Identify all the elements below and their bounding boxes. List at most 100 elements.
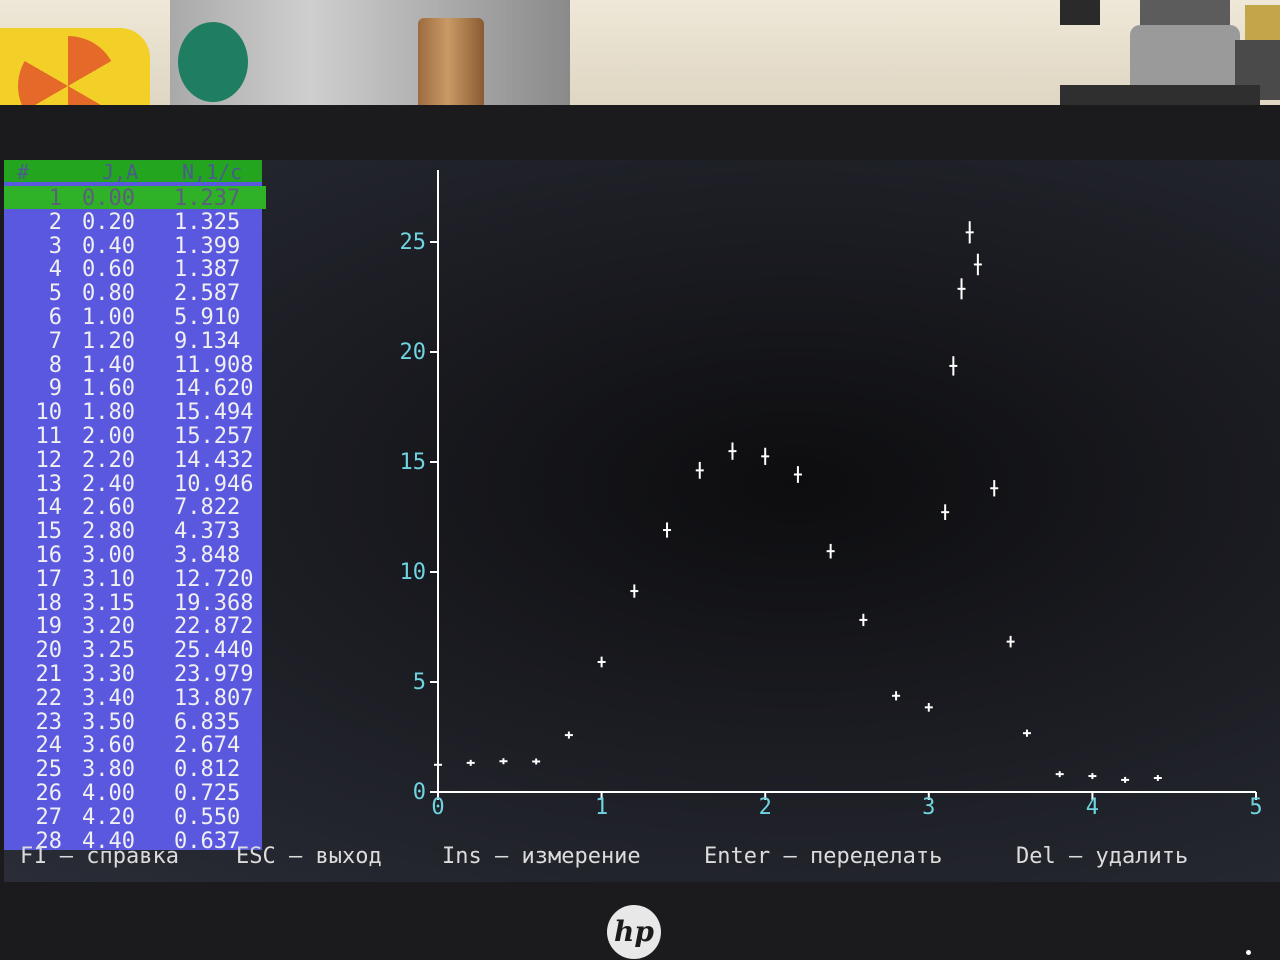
table-row[interactable]: 1 0.00 1.237 xyxy=(4,186,266,211)
table-row[interactable]: 7 1.20 9.134 xyxy=(4,328,266,354)
row-current: 1.60 xyxy=(82,376,135,402)
table-row[interactable]: 8 1.40 11.908 xyxy=(4,352,266,378)
hint-exit[interactable]: ESC – выход xyxy=(236,844,382,869)
y-tick-label: 5 xyxy=(413,670,426,695)
table-row[interactable]: 20 3.25 25.440 xyxy=(4,638,266,664)
row-rate: 1.237 xyxy=(174,186,241,211)
row-index: 22 xyxy=(35,685,63,711)
row-rate: 6.835 xyxy=(174,709,241,735)
row-rate: 13.807 xyxy=(174,685,254,711)
table-row[interactable]: 16 3.00 3.848 xyxy=(4,543,266,568)
row-rate: 5.910 xyxy=(174,305,241,330)
power-led xyxy=(1246,950,1251,955)
row-index: 11 xyxy=(35,424,63,449)
row-rate: 3.848 xyxy=(174,543,241,568)
row-rate: 4.373 xyxy=(174,519,241,545)
row-index: 9 xyxy=(48,376,62,402)
row-current: 3.80 xyxy=(82,757,135,783)
radiation-sticker xyxy=(0,28,150,110)
table-row[interactable]: 27 4.20 0.550 xyxy=(4,804,266,830)
table-row[interactable]: 24 3.60 2.674 xyxy=(4,733,266,759)
monitor-screen: # J,A N,1/c 1 0.00 1.237 2 0.20 1.325 3 0.40 1.3… xyxy=(4,160,1280,882)
row-current: 4.00 xyxy=(82,781,135,806)
table-row[interactable]: 6 1.00 5.910 xyxy=(4,305,266,330)
row-index: 3 xyxy=(48,233,62,259)
x-tick-label: 5 xyxy=(1249,795,1262,820)
row-index: 7 xyxy=(48,328,62,354)
row-current: 0.80 xyxy=(82,281,135,307)
table-row[interactable]: 19 3.20 22.872 xyxy=(4,614,266,640)
row-rate: 15.257 xyxy=(174,424,254,449)
row-rate: 11.908 xyxy=(174,352,254,378)
table-row[interactable]: 11 2.00 15.257 xyxy=(4,424,266,449)
row-rate: 9.134 xyxy=(174,328,241,354)
row-current: 2.80 xyxy=(82,519,135,545)
background-wall xyxy=(0,0,1280,110)
table-row[interactable]: 14 2.60 7.822 xyxy=(4,495,266,521)
data-table: # J,A N,1/c 1 0.00 1.237 2 0.20 1.325 3 0.40 1.3… xyxy=(4,160,266,854)
hint-measure[interactable]: Ins – измерение xyxy=(442,844,641,869)
row-rate: 14.432 xyxy=(174,447,254,473)
row-current: 3.60 xyxy=(82,733,135,759)
key-hint-bar: F1 – справка ESC – выход Ins – измерение… xyxy=(4,844,1280,872)
row-index: 14 xyxy=(35,495,63,521)
row-rate: 7.822 xyxy=(174,495,241,521)
table-row[interactable]: 12 2.20 14.432 xyxy=(4,447,266,473)
table-row[interactable]: 15 2.80 4.373 xyxy=(4,519,266,545)
row-index: 10 xyxy=(35,400,63,426)
row-index: 1 xyxy=(48,186,62,211)
row-index: 8 xyxy=(48,352,62,378)
row-rate: 2.587 xyxy=(174,281,241,307)
row-rate: 22.872 xyxy=(174,614,254,640)
table-row[interactable]: 18 3.15 19.368 xyxy=(4,590,266,616)
y-tick-label: 20 xyxy=(400,340,427,365)
table-row[interactable]: 26 4.00 0.725 xyxy=(4,781,266,806)
green-seal xyxy=(178,22,248,102)
x-tick-label: 3 xyxy=(922,795,935,820)
row-current: 3.50 xyxy=(82,709,135,735)
table-row[interactable]: 22 3.40 13.807 xyxy=(4,685,266,711)
hint-delete[interactable]: Del – удалить xyxy=(1016,844,1188,869)
table-row[interactable]: 9 1.60 14.620 xyxy=(4,376,266,402)
column-header-index: # xyxy=(16,160,30,184)
row-rate: 2.674 xyxy=(174,733,241,759)
x-tick-label: 1 xyxy=(595,795,608,820)
row-current: 3.15 xyxy=(82,590,135,616)
column-header-rate: N,1/c xyxy=(182,160,243,184)
table-row[interactable]: 4 0.60 1.387 xyxy=(4,257,266,283)
row-rate: 0.550 xyxy=(174,804,241,830)
row-current: 1.20 xyxy=(82,328,135,354)
row-rate: 1.399 xyxy=(174,233,241,259)
plot-area: 0 5 10 15 20 25 0 1 2 3 4 5 xyxy=(400,170,1263,820)
hint-redo[interactable]: Enter – переделать xyxy=(704,844,942,869)
table-row[interactable]: 10 1.80 15.494 xyxy=(4,400,266,426)
row-rate: 15.494 xyxy=(174,400,254,426)
table-row[interactable]: 13 2.40 10.946 xyxy=(4,472,266,497)
row-rate: 12.720 xyxy=(174,566,254,592)
row-current: 4.20 xyxy=(82,804,135,830)
row-current: 3.25 xyxy=(82,638,135,664)
table-row[interactable]: 5 0.80 2.587 xyxy=(4,281,266,307)
table-row[interactable]: 21 3.30 23.979 xyxy=(4,662,266,687)
row-current: 0.40 xyxy=(82,233,135,259)
row-current: 1.80 xyxy=(82,400,135,426)
x-tick-label: 0 xyxy=(431,795,444,820)
table-row[interactable]: 25 3.80 0.812 xyxy=(4,757,266,783)
table-row[interactable]: 23 3.50 6.835 xyxy=(4,709,266,735)
row-index: 4 xyxy=(48,257,62,283)
x-tick-label: 4 xyxy=(1086,795,1099,820)
row-current: 0.60 xyxy=(82,257,135,283)
row-index: 5 xyxy=(48,281,62,307)
row-index: 6 xyxy=(48,305,62,330)
row-index: 20 xyxy=(35,638,63,664)
table-row[interactable]: 2 0.20 1.325 xyxy=(4,209,266,235)
row-rate: 19.368 xyxy=(174,590,254,616)
table-row[interactable]: 3 0.40 1.399 xyxy=(4,233,266,259)
y-tick-label: 25 xyxy=(400,230,427,255)
row-current: 2.00 xyxy=(82,424,135,449)
row-current: 2.60 xyxy=(82,495,135,521)
table-row[interactable]: 17 3.10 12.720 xyxy=(4,566,266,592)
row-index: 2 xyxy=(48,209,62,235)
row-rate: 1.325 xyxy=(174,209,241,235)
hint-help[interactable]: F1 – справка xyxy=(20,844,179,869)
